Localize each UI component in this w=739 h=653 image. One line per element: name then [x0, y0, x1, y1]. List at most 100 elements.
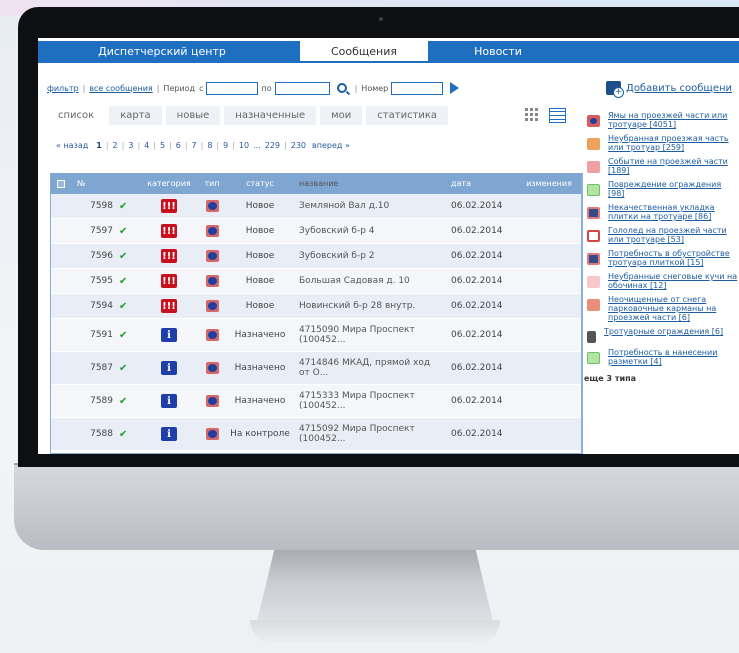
table-row[interactable]: 7591 ✔ i Назначено 4715090 Мира Проспект…	[51, 319, 581, 352]
sidebar-item[interactable]: Некачественная укладка плитки на тротуар…	[586, 203, 739, 221]
go-arrow-icon[interactable]	[450, 82, 460, 94]
tab-list[interactable]: список	[47, 106, 106, 125]
sidebar-item-label[interactable]: Потребность в нанесении разметки [4]	[608, 348, 739, 366]
sidebar-item-label[interactable]: Гололед на проезжей части или тротуаре […	[608, 226, 739, 244]
sidebar-item-label[interactable]: Ямы на проезжей части или тротуаре [4051…	[608, 111, 739, 129]
sidebar-item-label[interactable]: Событие на проезжей части [189]	[608, 157, 739, 175]
pager-forward[interactable]: вперед »	[312, 141, 350, 150]
pager-page[interactable]: 229	[265, 141, 280, 150]
row-status: Назначено	[234, 363, 286, 373]
row-name: Зубовский б-р 2	[299, 251, 375, 261]
date-from-input[interactable]	[206, 81, 259, 95]
pager-page[interactable]: 3	[128, 141, 133, 150]
pager-page[interactable]: 230	[291, 141, 306, 150]
search-icon[interactable]	[336, 83, 347, 93]
alarm-icon: !!!	[161, 224, 177, 238]
view-mode-switch	[525, 108, 566, 123]
check-mark-icon: ✔	[119, 428, 128, 440]
table-row[interactable]: 7587 ✔ i Назначено 4714846 МКАД, прямой …	[51, 352, 581, 385]
from-label: с	[199, 83, 204, 93]
table-row[interactable]: 7594 ✔ !!! Новое Новинский б-р 28 внутр.…	[51, 294, 581, 319]
table-row[interactable]: 7588 ✔ i На контроле 4715092 Мира Проспе…	[51, 418, 581, 451]
header-category[interactable]: категория	[141, 179, 197, 188]
pager-page[interactable]: 4	[144, 141, 149, 150]
more-types-link[interactable]: еще 3 типа	[584, 374, 739, 383]
select-all-checkbox[interactable]	[57, 179, 65, 188]
header-name[interactable]: название	[293, 179, 443, 189]
pager-page[interactable]: 7	[192, 141, 197, 150]
sidebar-item-label[interactable]: Неубранная проезжая часть или тротуар [2…	[608, 134, 739, 152]
tab-new[interactable]: новые	[165, 106, 221, 125]
snowflake-icon	[587, 276, 600, 288]
row-name: 4715333 Мира Проспект (100452...	[299, 391, 415, 411]
tab-statistics[interactable]: статистика	[366, 106, 449, 125]
row-status: Новое	[245, 251, 275, 261]
header-changes[interactable]: изменения	[519, 179, 579, 188]
sidebar-item[interactable]: Событие на проезжей части [189]	[586, 157, 739, 175]
to-label: по	[261, 83, 272, 93]
pager-page[interactable]: 1	[96, 141, 102, 150]
table-row[interactable]: 7596 ✔ !!! Новое Зубовский б-р 2 06.02.2…	[51, 244, 581, 269]
row-number: 7597	[90, 226, 113, 236]
header-status[interactable]: статус	[227, 179, 293, 188]
list-view-icon[interactable]	[549, 108, 566, 123]
sidebar-item-label[interactable]: Неубранные снеговые кучи на обочинах [12…	[608, 272, 739, 290]
table-row[interactable]: 7589 ✔ i Назначено 4715333 Мира Проспект…	[51, 385, 581, 418]
fence-damage-icon	[587, 184, 600, 196]
row-name: Большая Садовая д. 10	[299, 276, 410, 286]
sidebar-item[interactable]: Неубранная проезжая часть или тротуар [2…	[586, 134, 739, 152]
pothole-type-icon	[205, 275, 219, 287]
row-number: 7596	[90, 251, 113, 261]
date-to-input[interactable]	[274, 81, 330, 95]
pothole-type-icon	[205, 395, 219, 407]
header-type[interactable]: тип	[197, 179, 227, 188]
pager-page[interactable]: 6	[176, 141, 181, 150]
sidebar-item-label[interactable]: Потребность в обустройстве тротуара плит…	[608, 249, 739, 267]
header-date[interactable]: дата	[443, 179, 519, 188]
pager-page[interactable]: 2	[113, 141, 118, 150]
monitor-screen: Диспетчерский центр Сообщения Новости фи…	[38, 38, 739, 454]
sidebar-item-label[interactable]: Тротуарные ограждения [6]	[604, 327, 723, 336]
sidebar-item[interactable]: Тротуарные ограждения [6]	[586, 327, 739, 343]
pager-back[interactable]: « назад	[56, 141, 88, 150]
pager-page[interactable]: 5	[160, 141, 165, 150]
pagination: « назад 1 | 2 | 3 | 4 | 5 | 6 | 7 | 8 | 9 | 10 ..…	[56, 141, 350, 150]
sidebar-item-label[interactable]: Неочищенные от снега парковочные карманы…	[608, 295, 739, 322]
sidebar-item[interactable]: Потребность в нанесении разметки [4]	[586, 348, 739, 366]
sidebar-item[interactable]: Гололед на проезжей части или тротуаре […	[586, 226, 739, 244]
add-message-button[interactable]: Добавить сообщени	[606, 81, 732, 98]
nav-messages[interactable]: Сообщения	[300, 41, 428, 61]
row-date: 06.02.2014	[451, 301, 503, 311]
road-event-icon	[587, 161, 600, 173]
pothole-type-icon	[205, 200, 219, 212]
row-number: 7598	[90, 201, 113, 211]
tab-assigned[interactable]: назначенные	[224, 106, 317, 125]
sidebar-item[interactable]: Неочищенные от снега парковочные карманы…	[586, 295, 739, 322]
pager-page[interactable]: 8	[207, 141, 212, 150]
filter-link[interactable]: фильтр	[47, 84, 79, 93]
table-row[interactable]: 7598 ✔ !!! Новое Земляной Вал д.10 06.02…	[51, 194, 581, 219]
sidebar-item-label[interactable]: Некачественная укладка плитки на тротуар…	[608, 203, 739, 221]
sidebar-item[interactable]: Ямы на проезжей части или тротуаре [4051…	[586, 111, 739, 129]
pager-page[interactable]: 10	[239, 141, 249, 150]
sidebar-item[interactable]: Потребность в обустройстве тротуара плит…	[586, 249, 739, 267]
row-number: 7588	[90, 429, 113, 439]
nav-dispatch-center[interactable]: Диспетчерский центр	[38, 41, 286, 61]
sidebar-item-label[interactable]: Повреждение ограждения [98]	[608, 180, 739, 198]
separator: |	[354, 83, 358, 93]
number-input[interactable]	[391, 81, 444, 95]
category-sidebar: Ямы на проезжей части или тротуаре [4051…	[584, 111, 739, 383]
tab-map[interactable]: карта	[109, 106, 162, 125]
tab-mine[interactable]: мои	[320, 106, 363, 125]
pager-page[interactable]: 9	[223, 141, 228, 150]
table-row[interactable]: 7597 ✔ !!! Новое Зубовский б-р 4 06.02.2…	[51, 219, 581, 244]
sidebar-item[interactable]: Неубранные снеговые кучи на обочинах [12…	[586, 272, 739, 290]
nav-news[interactable]: Новости	[428, 41, 568, 61]
all-messages-link[interactable]: все сообщения	[89, 84, 152, 93]
grid-view-icon[interactable]	[525, 108, 539, 121]
sidebar-item[interactable]: Повреждение ограждения [98]	[586, 180, 739, 198]
header-number[interactable]: №	[75, 179, 119, 188]
table-row[interactable]: 7595 ✔ !!! Новое Большая Садовая д. 10 0…	[51, 269, 581, 294]
pothole-type-icon	[205, 225, 219, 237]
pothole-type-icon	[205, 362, 219, 374]
